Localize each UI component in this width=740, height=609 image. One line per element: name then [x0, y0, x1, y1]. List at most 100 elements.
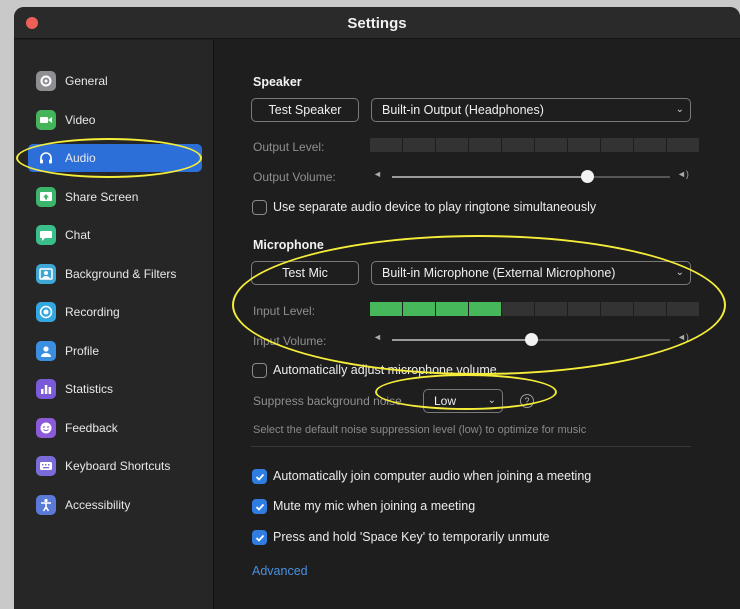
- level-segment: [436, 302, 468, 316]
- chat-icon: [36, 225, 56, 245]
- sidebar-item-recording[interactable]: Recording: [28, 298, 202, 326]
- window-title: Settings: [347, 15, 407, 32]
- sidebar-item-label: Chat: [65, 228, 91, 242]
- level-segment: [469, 302, 501, 316]
- output-volume-label: Output Volume:: [253, 170, 336, 184]
- speaker-heading: Speaker: [253, 75, 302, 89]
- mute-mic-on-join-checkbox[interactable]: [252, 499, 267, 514]
- gear-icon: [36, 71, 56, 91]
- sidebar-item-label: Background & Filters: [65, 267, 177, 281]
- auto-join-audio-checkbox[interactable]: [252, 469, 267, 484]
- feedback-icon: [36, 418, 56, 438]
- test-mic-button[interactable]: Test Mic: [251, 261, 359, 285]
- sidebar-item-share-screen[interactable]: Share Screen: [28, 183, 202, 211]
- title-bar: Settings: [14, 7, 740, 39]
- level-segment: [370, 138, 402, 152]
- level-segment: [535, 138, 567, 152]
- input-volume-fill: [392, 339, 531, 341]
- level-segment: [634, 138, 666, 152]
- test-speaker-button[interactable]: Test Speaker: [251, 98, 359, 122]
- sidebar-item-label: Statistics: [65, 382, 114, 396]
- microphone-heading: Microphone: [253, 238, 324, 252]
- advanced-link[interactable]: Advanced: [252, 564, 308, 578]
- sidebar-item-label: Recording: [65, 305, 120, 319]
- level-segment: [535, 302, 567, 316]
- microphone-device-select[interactable]: Built-in Microphone (External Microphone…: [371, 261, 691, 285]
- level-segment: [601, 138, 633, 152]
- sidebar-item-label: Profile: [65, 344, 100, 358]
- auto-adjust-mic-checkbox[interactable]: [252, 363, 267, 378]
- level-segment: [634, 302, 666, 316]
- suppress-noise-label: Suppress background noise: [253, 394, 402, 408]
- chevron-down-icon: ⌄: [487, 395, 496, 406]
- level-segment: [403, 302, 435, 316]
- keyboard-icon: [36, 456, 56, 476]
- statistics-icon: [36, 379, 56, 399]
- output-volume-slider[interactable]: [392, 170, 670, 183]
- volume-high-icon: ◄): [677, 169, 689, 179]
- sidebar-item-label: Accessibility: [65, 498, 131, 512]
- sidebar-item-profile[interactable]: Profile: [28, 337, 202, 365]
- sidebar-item-label: Keyboard Shortcuts: [65, 459, 171, 473]
- input-level-label: Input Level:: [253, 304, 316, 318]
- suppress-noise-value: Low: [434, 394, 457, 408]
- level-segment: [502, 138, 534, 152]
- microphone-device-value: Built-in Microphone (External Microphone…: [382, 266, 616, 280]
- auto-adjust-mic-label: Automatically adjust microphone volume: [273, 363, 497, 377]
- sidebar-item-label: Audio: [65, 151, 96, 165]
- level-segment: [502, 302, 534, 316]
- help-icon[interactable]: ?: [520, 394, 534, 408]
- output-volume-fill: [392, 176, 587, 178]
- level-segment: [436, 138, 468, 152]
- output-level-label: Output Level:: [253, 140, 325, 154]
- volume-high-icon: ◄): [677, 332, 689, 342]
- accessibility-icon: [36, 495, 56, 515]
- level-segment: [469, 138, 501, 152]
- input-volume-knob[interactable]: [525, 333, 538, 346]
- sidebar-item-chat[interactable]: Chat: [28, 221, 202, 249]
- level-segment: [667, 138, 699, 152]
- profile-icon: [36, 341, 56, 361]
- sidebar-item-feedback[interactable]: Feedback: [28, 414, 202, 442]
- sidebar-item-statistics[interactable]: Statistics: [28, 375, 202, 403]
- output-level-meter: [370, 138, 699, 152]
- chevron-down-icon: ⌄: [675, 267, 684, 278]
- sidebar-item-background-filters[interactable]: Background & Filters: [28, 260, 202, 288]
- video-icon: [36, 110, 56, 130]
- space-to-unmute-label: Press and hold 'Space Key' to temporaril…: [273, 530, 550, 544]
- sidebar-item-label: Video: [65, 113, 96, 127]
- sidebar-item-audio[interactable]: Audio: [28, 144, 202, 172]
- sidebar-item-label: Feedback: [65, 421, 118, 435]
- level-segment: [403, 138, 435, 152]
- audio-settings-panel: Speaker Test Speaker Built-in Output (He…: [215, 40, 740, 609]
- background-icon: [36, 264, 56, 284]
- sidebar-item-keyboard-shortcuts[interactable]: Keyboard Shortcuts: [28, 452, 202, 480]
- sidebar-item-video[interactable]: Video: [28, 106, 202, 134]
- separate-ringtone-label: Use separate audio device to play ringto…: [273, 200, 597, 214]
- input-volume-label: Input Volume:: [253, 334, 327, 348]
- divider: [251, 446, 691, 447]
- auto-join-audio-label: Automatically join computer audio when j…: [273, 469, 592, 483]
- speaker-device-value: Built-in Output (Headphones): [382, 103, 544, 117]
- recording-icon: [36, 302, 56, 322]
- share-screen-icon: [36, 187, 56, 207]
- volume-low-icon: ◄: [373, 169, 382, 179]
- separate-ringtone-checkbox[interactable]: [252, 200, 267, 215]
- level-segment: [667, 302, 699, 316]
- level-segment: [601, 302, 633, 316]
- sidebar-item-accessibility[interactable]: Accessibility: [28, 491, 202, 519]
- speaker-device-select[interactable]: Built-in Output (Headphones) ⌄: [371, 98, 691, 122]
- headphones-icon: [36, 148, 56, 168]
- input-volume-slider[interactable]: [392, 333, 670, 346]
- chevron-down-icon: ⌄: [675, 104, 684, 115]
- sidebar-item-general[interactable]: General: [28, 67, 202, 95]
- sidebar-item-label: General: [65, 74, 108, 88]
- mute-mic-on-join-label: Mute my mic when joining a meeting: [273, 499, 476, 513]
- sidebar: General Video Audio Share Screen Chat Ba…: [14, 40, 214, 609]
- input-level-meter: [370, 302, 699, 316]
- level-segment: [568, 138, 600, 152]
- suppress-noise-select[interactable]: Low ⌄: [423, 389, 503, 413]
- level-segment: [568, 302, 600, 316]
- output-volume-knob[interactable]: [580, 170, 594, 183]
- space-to-unmute-checkbox[interactable]: [252, 530, 267, 545]
